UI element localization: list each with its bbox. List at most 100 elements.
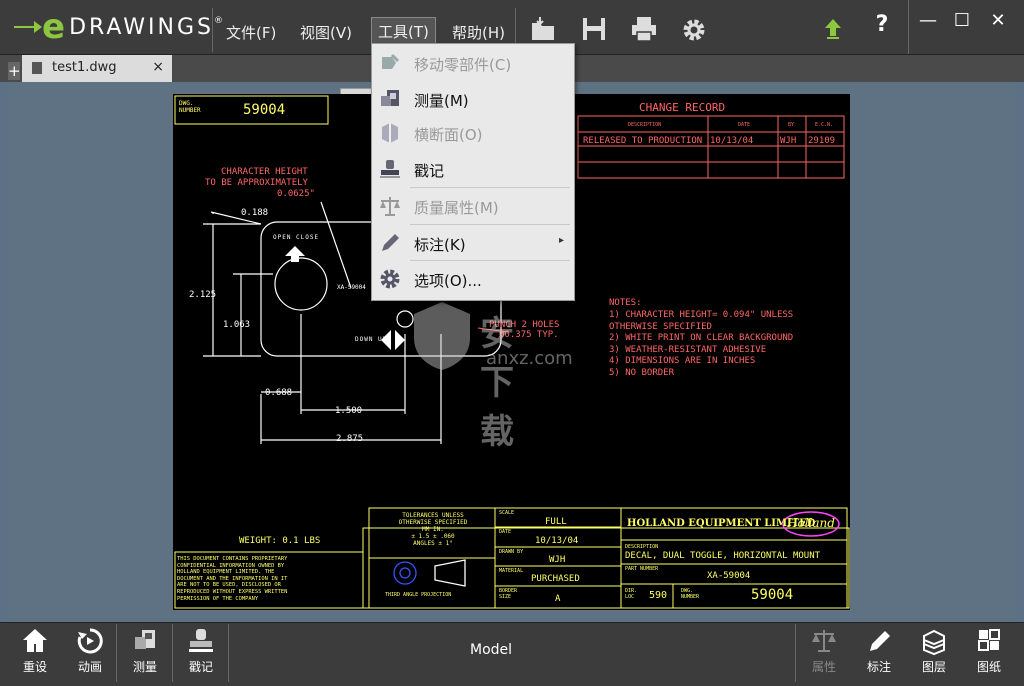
cr-row-by: WJH <box>780 136 797 146</box>
part-number-value: XA-59004 <box>707 571 751 581</box>
note-line: 4) DIMENSIONS ARE IN INCHES <box>609 356 756 367</box>
logo-word: DRAWINGS <box>69 14 214 40</box>
date-label: DATE <box>499 529 512 535</box>
menu-item-stamp[interactable]: 戳记 <box>372 152 574 186</box>
label-open-close: OPEN CLOSE <box>273 234 320 241</box>
menu-help[interactable]: 帮助(H) <box>452 22 505 43</box>
dir-loc-value: 590 <box>649 590 668 601</box>
note-line: OTHERWISE SPECIFIED <box>609 321 712 332</box>
menu-item-markup[interactable]: 标注(K) ▸ <box>372 226 574 260</box>
minimize-button[interactable]: — <box>914 10 942 32</box>
document-icon <box>32 62 42 74</box>
maximize-button[interactable]: ☐ <box>948 10 976 32</box>
cr-header-description: DESCRIPTION <box>628 122 662 128</box>
cr-row-date: 10/13/04 <box>710 136 754 146</box>
description-value: DECAL, DUAL TOGGLE, HORIZONTAL MOUNT <box>625 551 821 561</box>
help-button[interactable]: ? <box>868 14 896 36</box>
change-record-title: CHANGE RECORD <box>639 101 726 114</box>
note-char-height-3: 0.0625" <box>277 189 315 199</box>
measure-icon <box>135 630 155 649</box>
pencil-icon <box>382 234 399 251</box>
print-icon[interactable] <box>631 15 657 43</box>
markup-button[interactable]: 标注 <box>853 626 905 682</box>
note-char-height-1: CHARACTER HEIGHT <box>221 167 308 177</box>
scale-label: SCALE <box>499 510 515 516</box>
cr-header-by: BY <box>788 122 795 128</box>
properties-button[interactable]: 属性 <box>798 626 850 682</box>
drawn-by-label: DRAWN BY <box>499 549 524 555</box>
save-icon[interactable] <box>581 15 607 43</box>
note-line: 2) WHITE PRINT ON CLEAR BACKGROUND <box>609 333 794 344</box>
home-icon <box>23 629 47 652</box>
menu-tools[interactable]: 工具(T) <box>371 17 436 46</box>
menu-file[interactable]: 文件(F) <box>226 22 276 43</box>
menu-item-mass-properties[interactable]: 质量属性(M) <box>372 189 574 223</box>
move-component-icon <box>382 53 400 69</box>
third-angle-projection: THIRD ANGLE PROJECTION <box>385 592 452 598</box>
menu-item-section[interactable]: 横断面(O) <box>372 116 574 150</box>
watermark-shield-icon <box>414 302 470 370</box>
menu-item-measure[interactable]: 测量(M) <box>372 82 574 116</box>
scale-value: FULL <box>545 517 567 527</box>
bottom-separator <box>795 624 796 682</box>
menu-separator <box>410 187 570 188</box>
measure-icon <box>381 90 399 106</box>
tab-test1-dwg[interactable]: test1.dwg × <box>22 55 172 82</box>
dim-1500: 1.500 <box>335 406 363 416</box>
stamp-button[interactable]: 戳记 <box>175 626 227 682</box>
dwg-number: 59004 <box>243 102 286 118</box>
logo-registered: ® <box>213 16 223 26</box>
upload-arrow-icon[interactable] <box>820 15 846 43</box>
description-label: DESCRIPTION <box>625 544 659 550</box>
dim-1063: 1.063 <box>223 320 251 330</box>
reset-button[interactable]: 重设 <box>9 626 61 682</box>
cr-header-ecn: E.C.N. <box>815 122 834 128</box>
menu-separator <box>410 224 570 225</box>
open-file-icon[interactable] <box>530 15 556 43</box>
model-label[interactable]: Model <box>470 642 512 658</box>
sheets-icon <box>978 629 1000 651</box>
stamp-icon <box>189 629 213 652</box>
section-icon <box>382 123 398 143</box>
material-value: PURCHASED <box>531 574 580 584</box>
submenu-arrow-icon: ▸ <box>558 235 564 246</box>
watermark-en: anxz.com <box>486 348 573 369</box>
scale-balance-icon <box>380 197 400 216</box>
toolbar-separator <box>908 0 909 54</box>
logo-arrow-icon <box>14 21 42 33</box>
border-size-label: BORDER SIZE <box>499 588 518 600</box>
layers-icon <box>923 629 945 656</box>
material-label: MATERIAL <box>499 568 524 574</box>
tools-dropdown-menu: 移动零部件(C) 测量(M) 横断面(O) 戳记 质量属性(M) 标注(K) ▸… <box>371 43 575 301</box>
holland-logo: Holland <box>787 516 835 530</box>
cr-row-description: RELEASED TO PRODUCTION <box>583 136 703 146</box>
animate-button[interactable]: 动画 <box>64 626 116 682</box>
new-tab-button[interactable]: + <box>8 62 21 80</box>
tab-close-button[interactable]: × <box>152 59 164 75</box>
gear-icon <box>380 269 400 289</box>
close-button[interactable]: ✕ <box>984 10 1012 32</box>
animate-icon <box>77 628 103 654</box>
part-number-label: PART NUMBER <box>625 566 659 572</box>
border-size-value: A <box>555 594 561 604</box>
settings-gear-icon[interactable] <box>681 15 707 43</box>
watermark: 安下载 anxz.com <box>410 300 573 452</box>
toolbar-separator <box>212 8 213 52</box>
sheets-button[interactable]: 图纸 <box>963 626 1015 682</box>
dim-2125: 2.125 <box>189 290 217 300</box>
label-part-xa: XA-59004 <box>337 284 366 291</box>
note-line: 3) WEATHER-RESISTANT ADHESIVE <box>609 344 767 355</box>
menu-view[interactable]: 视图(V) <box>300 22 352 43</box>
menu-item-options[interactable]: 选项(O)... <box>372 262 574 296</box>
measure-button[interactable]: 测量 <box>119 626 171 682</box>
note-line: 1) CHARACTER HEIGHT= 0.094" UNLESS <box>609 310 794 320</box>
layers-button[interactable]: 图层 <box>908 626 960 682</box>
dim-0688: 0.688 <box>265 388 293 398</box>
dim-0188: 0.188 <box>241 208 269 218</box>
drawn-by-value: WJH <box>549 555 566 565</box>
pencil-icon <box>870 631 890 651</box>
menu-item-move-component[interactable]: 移动零部件(C) <box>372 46 574 80</box>
proprietary-notice: THIS DOCUMENT CONTAINS PROPRIETARY CONFI… <box>177 556 288 602</box>
notes-list: 1) CHARACTER HEIGHT= 0.094" UNLESS OTHER… <box>609 310 839 380</box>
logo-e: e <box>42 7 66 47</box>
